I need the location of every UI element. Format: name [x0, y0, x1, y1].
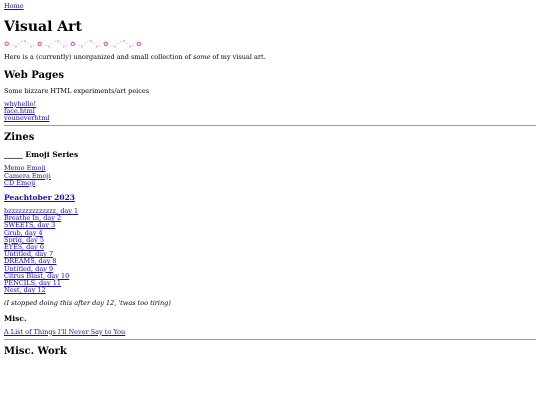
misc-work-heading: Misc. Work — [4, 345, 67, 357]
misc-work-section: Misc. Work — [4, 346, 536, 358]
zines-heading: Zines — [4, 132, 35, 144]
emoji-series-heading: _____ Emoji Series — [4, 150, 79, 160]
peachtober-day-link[interactable]: Breathe In, day 2 — [4, 215, 536, 222]
decorative-divider: ✿ .˳·ˊ˚·˳. ✿ .˳·ˊ˚·˳. ✿ .˳·ˊ˚·˳. ✿ .˳·ˊ˚… — [4, 40, 142, 49]
web-pages-links: whyhello! face.html youneverhtml — [4, 100, 536, 123]
web-pages-description: Some bizzare HTML experiments/art peices — [4, 86, 150, 95]
zines-section: Zines _____ Emoji Series Memo Emoji Came… — [4, 132, 536, 335]
web-pages-heading: Web Pages — [4, 69, 64, 81]
peachtober-day-link[interactable]: SWEETS, day 3 — [4, 222, 536, 229]
emoji-zine-link[interactable]: Camera Emoji — [4, 172, 536, 180]
section-divider — [4, 125, 536, 127]
peachtober-day-link[interactable]: PENCILS, day 11 — [4, 279, 536, 287]
home-link[interactable]: Home — [4, 2, 536, 10]
peachtober-note: (I stopped doing this after day 12, 'twa… — [4, 299, 171, 308]
web-pages-section: Web Pages Some bizzare HTML experiments/… — [4, 70, 536, 123]
intro-before: Here is a (currently) unorganized and sm… — [4, 53, 194, 62]
section-divider — [4, 338, 536, 340]
peachtober-heading-link[interactable]: Peachtober 2023 — [4, 193, 75, 202]
peachtober-day-link[interactable]: Grub, day 4 — [4, 229, 536, 237]
intro-after: of my visual art. — [210, 53, 266, 62]
web-page-link[interactable]: whyhello! — [4, 100, 536, 108]
intro-text: Here is a (currently) unorganized and sm… — [4, 54, 536, 61]
peachtober-day-link[interactable]: Untitled, day 9 — [4, 265, 536, 273]
peachtober-day-link[interactable]: Citrus Blast, day 10 — [4, 272, 536, 280]
misc-zines-links: A List of Things I'll Never Say to You — [4, 328, 536, 336]
emoji-zine-link[interactable]: Memo Emoji — [4, 165, 536, 172]
intro-emphasis: some — [193, 53, 211, 62]
emoji-series-links: Memo Emoji Camera Emoji CD Emoji — [4, 165, 536, 187]
emoji-zine-link[interactable]: CD Emoji — [4, 179, 536, 187]
peachtober-day-link[interactable]: Untitled, day 7 — [4, 251, 536, 258]
misc-zines-heading: Misc. — [4, 313, 27, 323]
web-page-link[interactable]: face.html — [4, 107, 536, 115]
page: Home Visual Art ✿ .˳·ˊ˚·˳. ✿ .˳·ˊ˚·˳. ✿ … — [0, 0, 540, 358]
peachtober-day-link[interactable]: Sprig, day 5 — [4, 236, 536, 244]
peachtober-day-link[interactable]: Nest, day 12 — [4, 287, 536, 294]
web-page-link[interactable]: youneverhtml — [4, 115, 536, 122]
misc-zine-link[interactable]: A List of Things I'll Never Say to You — [4, 328, 536, 336]
peachtober-heading: Peachtober 2023 — [4, 193, 536, 202]
peachtober-day-link[interactable]: EYES, day 6 — [4, 243, 536, 251]
peachtober-day-link[interactable]: DREAMS, day 8 — [4, 258, 536, 265]
peachtober-links: bzzzzzzzzzzzzzz, day 1 Breathe In, day 2… — [4, 207, 536, 294]
page-title: Visual Art — [4, 19, 82, 36]
peachtober-day-link[interactable]: bzzzzzzzzzzzzzz, day 1 — [4, 207, 536, 215]
